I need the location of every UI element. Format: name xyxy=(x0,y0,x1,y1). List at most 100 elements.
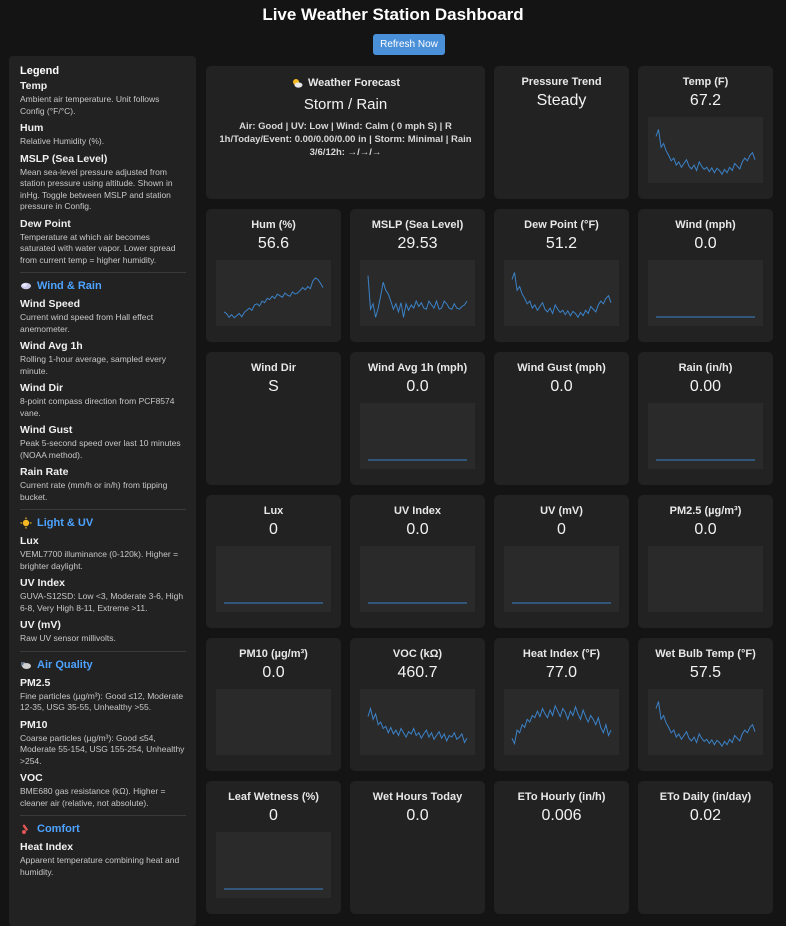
legend-item-desc: Apparent temperature combining heat and … xyxy=(20,855,180,877)
legend-item-name: Temp xyxy=(20,80,48,92)
legend-item-desc: Ambient air temperature. Unit follows Co… xyxy=(20,94,160,116)
legend-item-name: Lux xyxy=(20,535,39,547)
legend-title: Legend xyxy=(20,65,60,77)
card-label: Hum (%) xyxy=(251,219,296,231)
card-lux: Lux 0 xyxy=(206,495,341,628)
legend-item-desc: Mean sea-level pressure adjusted from st… xyxy=(20,166,173,212)
forecast-details: Air: Good | UV: Low | Wind: Calm ( 0 mph… xyxy=(219,121,472,158)
card-pm10: PM10 (µg/m³) 0.0 xyxy=(206,638,341,771)
card-label: Heat Index (°F) xyxy=(522,648,601,660)
refresh-button[interactable]: Refresh Now xyxy=(373,34,445,55)
legend-item-name: Wind Dir xyxy=(20,382,64,394)
card-value: 0.0 xyxy=(406,807,429,824)
legend-item-desc: Raw UV sensor millivolts. xyxy=(20,633,116,643)
legend-item: Temp Ambient air temperature. Unit follow… xyxy=(20,80,186,117)
sparkline-path xyxy=(223,277,324,319)
sparkline xyxy=(216,689,331,755)
card-value: 56.6 xyxy=(257,235,290,252)
legend-item: Rain Rate Current rate (mm/h or in/h) fro… xyxy=(20,466,186,503)
card-label: Wet Bulb Temp (°F) xyxy=(655,648,756,660)
legend-item: Hum Relative Humidity (%). xyxy=(20,122,186,148)
card-label: MSLP (Sea Level) xyxy=(371,219,464,231)
card-label: PM2.5 (µg/m³) xyxy=(669,505,742,517)
legend-item-name: Wind Gust xyxy=(20,424,73,436)
sparkline xyxy=(216,260,331,326)
forecast-title-row: Weather Forecast xyxy=(206,77,485,89)
sparkline xyxy=(360,689,475,755)
card-wind-dir: Wind Dir S xyxy=(206,352,341,485)
card-temp: Temp (F) 67.2 xyxy=(638,66,773,199)
legend-item-desc: Rolling 1-hour average, sampled every mi… xyxy=(20,354,166,376)
card-label: Dew Point (°F) xyxy=(524,219,599,231)
card-pm25: PM2.5 (µg/m³) 0.0 xyxy=(638,495,773,628)
legend-item-desc: Fine particles (µg/m³): Good ≤12, Modera… xyxy=(20,690,184,713)
legend-section-header: Light & UV xyxy=(20,509,186,529)
card-value: 51.2 xyxy=(545,235,578,252)
card-wind-avg: Wind Avg 1h (mph) 0.0 xyxy=(350,352,485,485)
legend-section-header: Air Quality xyxy=(20,650,186,671)
legend-section-title: Air Quality xyxy=(37,658,93,671)
card-value: 77.0 xyxy=(545,664,578,681)
card-eto-daily: ETo Daily (in/day) 0.02 xyxy=(638,781,773,914)
sparkline xyxy=(648,117,763,183)
card-label: PM10 (µg/m³) xyxy=(239,648,308,660)
card-value: 57.5 xyxy=(689,664,722,681)
legend-item: Lux VEML7700 illuminance (0-120k). Higher… xyxy=(20,535,186,572)
card-wind: Wind (mph) 0.0 xyxy=(638,209,773,342)
legend-section-header: Wind & Rain xyxy=(20,272,186,292)
sparkline-path xyxy=(655,701,756,748)
legend-section-title: Light & UV xyxy=(37,517,94,529)
legend-item: Wind Gust Peak 5-second speed over last 1… xyxy=(20,424,186,461)
legend-item-name: Wind Speed xyxy=(20,298,80,310)
card-value: 29.53 xyxy=(397,235,438,252)
card-value: 0 xyxy=(269,521,278,538)
sparkline xyxy=(360,260,475,326)
legend-item: PM10 Coarse particles (µg/m³): Good ≤54, … xyxy=(20,719,186,768)
legend-item: UV Index GUVA-S12SD: Low <3, Moderate 3-6… xyxy=(20,577,186,614)
card-value: 0.0 xyxy=(694,235,717,252)
sparkline-path xyxy=(511,272,612,319)
legend-item-name: PM2.5 xyxy=(20,676,51,689)
card-uv-index: UV Index 0.0 xyxy=(350,495,485,628)
sparkline xyxy=(360,403,475,469)
legend-item-name: Hum xyxy=(20,122,44,134)
legend-item-name: PM10 xyxy=(20,718,48,731)
legend-item: MSLP (Sea Level) Mean sea-level pressure … xyxy=(20,153,186,213)
legend-item-desc: 8-point compass direction from PCF8574 v… xyxy=(20,396,175,418)
legend-item: PM2.5 Fine particles (µg/m³): Good ≤12, M… xyxy=(20,677,186,714)
card-label: UV Index xyxy=(393,505,442,517)
legend-section-title: Comfort xyxy=(37,823,80,835)
card-value: 0.00 xyxy=(689,378,722,395)
card-label: Wind (mph) xyxy=(675,219,736,231)
legend-item-desc: Temperature at which air becomes saturat… xyxy=(20,231,176,265)
card-value: S xyxy=(268,378,279,395)
wind-rain-icon xyxy=(21,282,31,290)
legend-item-name: Heat Index xyxy=(20,841,74,853)
card-label: Temp (F) xyxy=(682,76,729,88)
card-value: 0.006 xyxy=(541,807,582,824)
legend-item: Wind Dir 8-point compass direction from P… xyxy=(20,382,186,419)
card-eto-hourly: ETo Hourly (in/h) 0.006 xyxy=(494,781,629,914)
forecast-card: Weather Forecast Storm / Rain Air: Good … xyxy=(206,66,485,199)
legend-item-desc: Current rate (mm/h or in/h) from tipping… xyxy=(20,480,168,502)
legend-item: Heat Index Apparent temperature combining… xyxy=(20,841,186,878)
card-label: Leaf Wetness (%) xyxy=(228,791,319,803)
card-label: Lux xyxy=(263,505,284,517)
legend-item: UV (mV) Raw UV sensor millivolts. xyxy=(20,619,186,645)
card-value: 0.0 xyxy=(550,378,573,395)
legend-panel: Legend Temp Ambient air temperature. Unit… xyxy=(9,56,196,926)
card-label: Wet Hours Today xyxy=(372,791,463,803)
thermometer-icon xyxy=(22,824,28,834)
card-value: 0 xyxy=(269,807,278,824)
legend-item: Wind Speed Current wind speed from Hall e… xyxy=(20,298,186,335)
legend-section-title: Wind & Rain xyxy=(37,280,102,292)
card-voc: VOC (kΩ) 460.7 xyxy=(350,638,485,771)
legend-item-desc: Peak 5-second speed over last 10 minutes… xyxy=(20,438,181,460)
sparkline-path xyxy=(511,704,612,746)
card-leaf-wetness: Leaf Wetness (%) 0 xyxy=(206,781,341,914)
legend-item-desc: BME680 gas resistance (kΩ). Higher = cle… xyxy=(20,786,166,808)
card-heat-index: Heat Index (°F) 77.0 xyxy=(494,638,629,771)
air-quality-icon xyxy=(21,661,31,669)
sparkline xyxy=(504,689,619,755)
sun-icon xyxy=(20,517,32,529)
